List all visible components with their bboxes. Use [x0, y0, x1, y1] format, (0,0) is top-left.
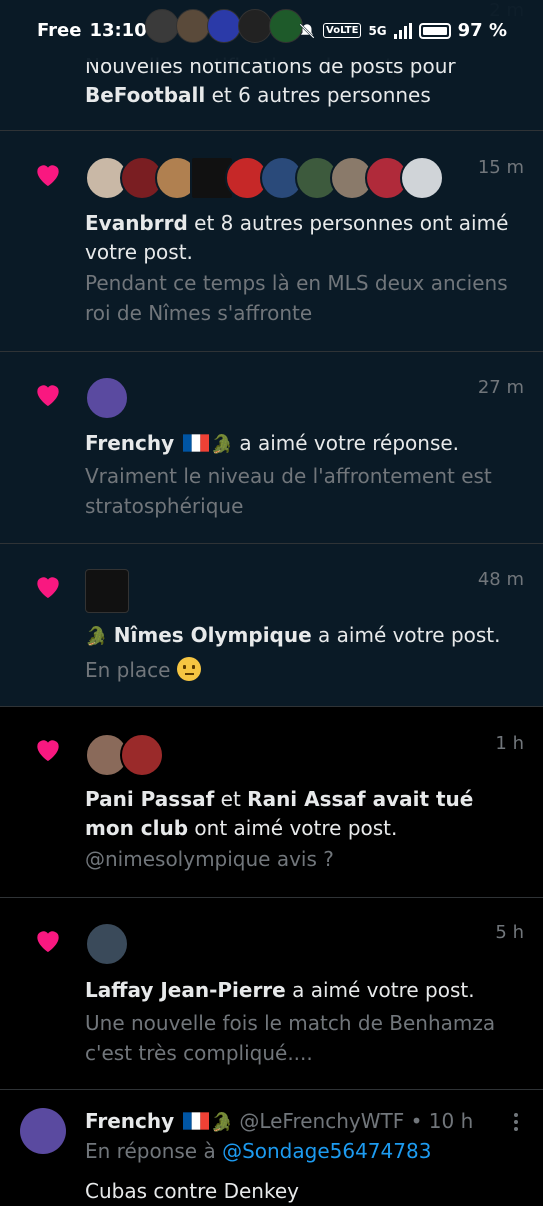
reply-prefix: En réponse à [85, 1139, 216, 1163]
action-text: a aimé votre post. [285, 978, 475, 1002]
avatar-stack [85, 569, 129, 613]
avatar[interactable] [120, 733, 164, 777]
notification-time: 15 m [477, 157, 524, 178]
joiner-text: et [214, 787, 248, 811]
notification-time: 27 m [477, 377, 524, 398]
heart-icon [37, 577, 59, 598]
action-text: a aimé votre post. [311, 623, 501, 647]
clock: 13:10 [89, 20, 147, 41]
notification-time: 48 m [477, 569, 524, 590]
heart-icon [37, 165, 59, 186]
mute-bell-icon [299, 22, 315, 39]
separator-dot: • [410, 1109, 423, 1133]
avatar[interactable] [20, 1108, 66, 1154]
reply-post[interactable]: Frenchy 🐊 @LeFrenchyWTF • 10 h En répons… [0, 1090, 543, 1203]
like-notification[interactable]: 5 h Laffay Jean-Pierre a aimé votre post… [0, 898, 543, 1090]
post-preview: Pendant ce temps là en MLS deux anciens … [85, 271, 508, 325]
status-bar: Free 13:10 X VoLTE 5G 97 % [0, 0, 543, 62]
actor-name[interactable]: Frenchy [85, 431, 174, 455]
battery-percent: 97 % [457, 20, 507, 41]
actor-name[interactable]: Evanbrrd [85, 211, 188, 235]
author-name[interactable]: Frenchy [85, 1109, 174, 1133]
post-preview: Vraiment le niveau de l'affrontement est… [85, 464, 492, 518]
more-options-icon[interactable] [513, 1112, 519, 1132]
notification-icons [145, 9, 303, 43]
post-time: 10 h [428, 1109, 474, 1133]
network-label: 5G [368, 23, 387, 38]
actor-name[interactable]: Nîmes Olympique [114, 623, 312, 647]
notification-app-icon [238, 9, 272, 43]
crocodile-icon: 🐊 [85, 626, 108, 647]
actor-name[interactable]: Pani Passaf [85, 787, 214, 811]
reply-to-link[interactable]: @Sondage56474783 [222, 1139, 431, 1163]
notification-time: 5 h [495, 922, 524, 943]
carrier-label: Free [37, 20, 82, 41]
avatar-stack [85, 922, 129, 966]
post-text: Cubas contre Denkey [85, 1179, 299, 1203]
like-notification[interactable]: 1 h Pani Passaf et Rani Assaf avait tué … [0, 707, 543, 898]
notification-app-icon [176, 9, 210, 43]
like-notification[interactable]: 27 m Frenchy 🐊 a aimé votre réponse. Vra… [0, 352, 543, 544]
saluting-face-icon [176, 657, 201, 681]
french-flag-icon [182, 434, 209, 452]
like-notification[interactable]: 15 m Evanbrrd et 8 autres personnes ont … [0, 131, 543, 352]
like-notification[interactable]: 48 m 🐊 Nîmes Olympique a aimé votre post… [0, 544, 543, 707]
volte-badge: VoLTE [323, 23, 362, 38]
avatar-stack [85, 376, 129, 420]
nimes-logo-avatar[interactable] [85, 569, 129, 613]
crocodile-icon: 🐊 [210, 1112, 233, 1133]
battery-icon [418, 22, 451, 39]
post-preview: En place [85, 658, 171, 682]
avatar[interactable] [85, 922, 129, 966]
notification-app-icon [145, 9, 179, 43]
action-text: a aimé votre réponse. [239, 431, 460, 455]
heart-icon [37, 740, 59, 761]
heart-icon [37, 931, 59, 952]
notice-account[interactable]: BeFootball [85, 83, 205, 107]
avatar-stack [85, 733, 164, 777]
notification-app-icon [207, 9, 241, 43]
heart-icon [37, 385, 59, 406]
author-handle[interactable]: @LeFrenchyWTF [239, 1109, 404, 1133]
avatar[interactable] [85, 376, 129, 420]
signal-icon [393, 22, 412, 39]
actor-name[interactable]: Laffay Jean-Pierre [85, 978, 286, 1002]
action-text: ont aimé votre post. [188, 816, 398, 840]
avatar[interactable] [400, 156, 444, 200]
notice-suffix: et 6 autres personnes [211, 83, 431, 107]
notification-time: 1 h [495, 733, 524, 754]
crocodile-icon: 🐊 [210, 434, 233, 455]
post-preview: Une nouvelle fois le match de Benhamza c… [85, 1011, 496, 1065]
post-preview: @nimesolympique avis ? [85, 847, 334, 871]
french-flag-icon [182, 1112, 209, 1130]
avatar-stack [85, 156, 444, 200]
